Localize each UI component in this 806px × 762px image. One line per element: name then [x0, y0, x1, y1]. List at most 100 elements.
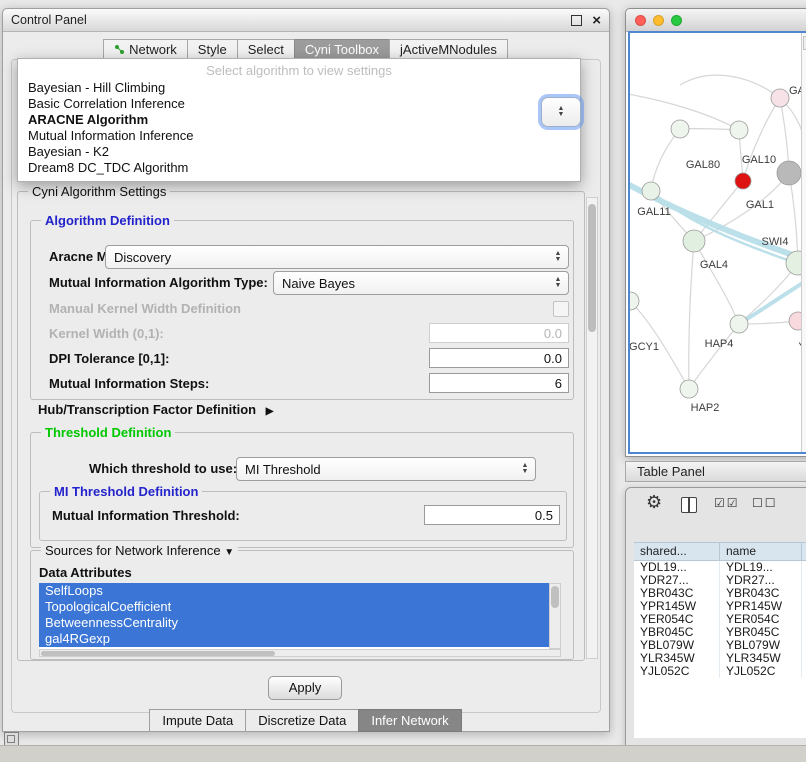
- table-row[interactable]: YBR043C YBR043C: [634, 587, 806, 600]
- network-node[interactable]: [680, 380, 698, 398]
- chevron-right-icon: ▶: [266, 406, 274, 417]
- select-all-icon[interactable]: ☑☑: [714, 496, 740, 510]
- group-title: Cyni Algorithm Settings: [28, 184, 170, 199]
- deselect-all-icon[interactable]: ☐☐: [752, 496, 778, 510]
- network-node[interactable]: [642, 182, 660, 200]
- network-node-gray[interactable]: [777, 161, 801, 185]
- hub-definition-toggle[interactable]: Hub/Transcription Factor Definition ▶: [38, 402, 273, 417]
- close-icon[interactable]: ×: [592, 10, 601, 32]
- combo-stepper-icon: ▲▼: [517, 463, 533, 475]
- table-header-row: shared... name: [634, 542, 806, 561]
- apply-button[interactable]: Apply: [268, 676, 342, 700]
- attribute-list-hscrollbar[interactable]: [39, 649, 561, 657]
- network-node[interactable]: [630, 292, 639, 310]
- minimize-traffic-light[interactable]: [653, 15, 664, 26]
- network-window-titlebar[interactable]: [626, 9, 806, 32]
- node-label: GAL4: [700, 259, 728, 271]
- network-node[interactable]: [730, 315, 748, 333]
- dropdown-item[interactable]: Basic Correlation Inference: [18, 96, 580, 112]
- table-row[interactable]: YBR045C YBR045C 9.: [634, 626, 806, 639]
- algorithm-definition-group: Algorithm Definition Aracne Mode: Discov…: [30, 220, 574, 400]
- cell: YJL052C: [634, 665, 720, 678]
- sources-toggle[interactable]: Sources for Network Inference ▼: [41, 543, 238, 558]
- network-node[interactable]: [730, 121, 748, 139]
- dropdown-item[interactable]: Bayesian - K2: [18, 144, 580, 160]
- table-row[interactable]: YJL052C YJL052C: [634, 665, 806, 678]
- sources-group: Sources for Network Inference ▼ Data Att…: [30, 550, 574, 660]
- network-edge: [789, 173, 798, 263]
- attribute-list-vscrollbar[interactable]: [549, 583, 561, 649]
- columns-icon[interactable]: [681, 497, 697, 513]
- cell: YBR043C: [720, 587, 802, 600]
- cell: YDR27...: [634, 574, 720, 587]
- threshold-definition-group: Threshold Definition Which threshold to …: [30, 432, 574, 548]
- dropdown-placeholder[interactable]: Select algorithm to view settings: [18, 62, 580, 80]
- attribute-item-selected[interactable]: TopologicalCoefficient: [39, 599, 549, 615]
- cell: 9.: [802, 626, 806, 639]
- cell: [802, 639, 806, 652]
- table-row[interactable]: YLR345W YLR345W 9.: [634, 652, 806, 665]
- attribute-item-selected[interactable]: SelfLoops: [39, 583, 549, 599]
- network-edge: [743, 98, 780, 181]
- gear-icon[interactable]: ⚙: [646, 492, 662, 513]
- column-header[interactable]: shared...: [634, 543, 720, 560]
- network-node-red[interactable]: [735, 173, 751, 189]
- network-node[interactable]: [683, 230, 705, 252]
- mi-steps-field[interactable]: [429, 373, 569, 393]
- attribute-item-selected[interactable]: gal4RGexp: [39, 631, 549, 647]
- desktop: Control Panel × Network Style Select Cyn…: [0, 0, 806, 762]
- tab-discretize-data[interactable]: Discretize Data: [245, 709, 359, 732]
- table-panel-titlebar[interactable]: Table Panel: [625, 461, 806, 482]
- network-edge: [694, 241, 739, 324]
- algorithm-combobox-focused[interactable]: ▲▼: [541, 97, 581, 127]
- network-vscrollbar[interactable]: [801, 33, 806, 452]
- scrollbar-thumb[interactable]: [588, 204, 596, 332]
- dropdown-item[interactable]: Dream8 DC_TDC Algorithm: [18, 160, 580, 176]
- table-row[interactable]: YPR145W YPR145W 9.: [634, 600, 806, 613]
- column-header[interactable]: name: [720, 543, 802, 560]
- table-row[interactable]: YDL19... YDL19... 13: [634, 561, 806, 574]
- mi-threshold-field[interactable]: [424, 505, 560, 525]
- zoom-traffic-light[interactable]: [671, 15, 682, 26]
- table-row[interactable]: YER054C YER054C 8.: [634, 613, 806, 626]
- network-edge: [689, 241, 694, 389]
- network-node[interactable]: [771, 89, 789, 107]
- tab-label: Network: [129, 42, 177, 57]
- bottom-tab-bar: Impute Data Discretize Data Infer Networ…: [3, 709, 609, 732]
- attribute-item-selected[interactable]: BetweennessCentrality: [39, 615, 549, 631]
- mi-algorithm-type-label: Mutual Information Algorithm Type:: [49, 275, 268, 290]
- kernel-width-label: Kernel Width (0,1):: [49, 326, 164, 341]
- tab-label: jActiveMNodules: [400, 42, 497, 57]
- cell: YDL19...: [720, 561, 802, 574]
- table-row[interactable]: YDR27... YDR27... 12: [634, 574, 806, 587]
- node-table: shared... name YDL19... YDL19... 13 YDR2…: [634, 542, 806, 738]
- node-label: HAP4: [705, 338, 734, 350]
- control-panel-titlebar[interactable]: Control Panel ×: [3, 9, 609, 32]
- cell: 12: [802, 574, 806, 587]
- mi-algorithm-type-combobox[interactable]: Naive Bayes ▲▼: [273, 271, 569, 295]
- network-graph: GAL GAL80 GAL10 GAL11 GAL1 SWI4 GAL4 GCY…: [630, 33, 806, 452]
- settings-scrollbar[interactable]: [586, 197, 598, 659]
- table-row[interactable]: YBL079W YBL079W: [634, 639, 806, 652]
- tab-infer-network[interactable]: Infer Network: [358, 709, 461, 732]
- column-header[interactable]: [802, 543, 806, 560]
- node-label: GCY1: [630, 341, 659, 353]
- float-window-icon[interactable]: [571, 15, 582, 26]
- dropdown-item[interactable]: Mutual Information Inference: [18, 128, 580, 144]
- tab-impute-data[interactable]: Impute Data: [149, 709, 246, 732]
- aracne-mode-combobox[interactable]: Discovery ▲▼: [105, 245, 569, 269]
- close-traffic-light[interactable]: [635, 15, 646, 26]
- manual-kernel-width-label: Manual Kernel Width Definition: [49, 301, 241, 316]
- dpi-tolerance-field[interactable]: [429, 348, 569, 368]
- dropdown-item[interactable]: Bayesian - Hill Climbing: [18, 80, 580, 96]
- group-title: Algorithm Definition: [41, 213, 174, 228]
- dropdown-item-selected[interactable]: ARACNE Algorithm: [18, 112, 580, 128]
- scrollbar-thumb[interactable]: [551, 586, 559, 608]
- network-canvas[interactable]: GAL GAL80 GAL10 GAL11 GAL1 SWI4 GAL4 GCY…: [628, 31, 806, 454]
- cell: YLR345W: [634, 652, 720, 665]
- cell: YBL079W: [720, 639, 802, 652]
- scrollbar-thumb[interactable]: [41, 651, 275, 656]
- bottom-bar: [0, 745, 806, 762]
- network-node[interactable]: [671, 120, 689, 138]
- which-threshold-combobox[interactable]: MI Threshold ▲▼: [236, 457, 536, 481]
